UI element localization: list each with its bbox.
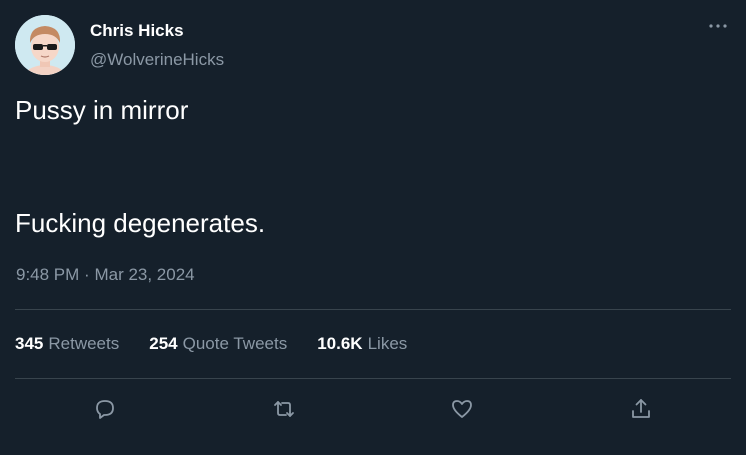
- share-icon: [632, 399, 650, 418]
- likes-stat[interactable]: 10.6K Likes: [317, 334, 407, 354]
- retweets-stat[interactable]: 345 Retweets: [15, 334, 119, 354]
- quote-tweets-stat[interactable]: 254 Quote Tweets: [149, 334, 287, 354]
- more-options-button[interactable]: [703, 16, 733, 36]
- like-icon: [452, 400, 472, 418]
- tweet-date[interactable]: Mar 23, 2024: [94, 265, 194, 284]
- tweet-detail: Chris Hicks @WolverineHicks Pussy in mir…: [0, 0, 746, 455]
- tweet-text-line: Fucking degenerates.: [15, 208, 266, 238]
- reply-icon: [96, 400, 114, 419]
- avatar[interactable]: [15, 15, 75, 75]
- divider: [15, 378, 731, 379]
- retweet-icon: [274, 401, 294, 417]
- retweet-button[interactable]: [269, 394, 299, 424]
- meta-separator: ·: [84, 265, 90, 284]
- author-name[interactable]: Chris Hicks: [90, 21, 184, 41]
- quote-tweets-count: 254: [149, 334, 178, 353]
- tweet-stats: 345 Retweets 254 Quote Tweets 10.6K Likes: [15, 334, 437, 354]
- tweet-timestamp: 9:48 PM · Mar 23, 2024: [16, 265, 195, 285]
- likes-label: Likes: [367, 334, 408, 353]
- quote-tweets-label: Quote Tweets: [182, 334, 288, 353]
- tweet-time[interactable]: 9:48 PM: [16, 265, 79, 284]
- author-handle[interactable]: @WolverineHicks: [90, 50, 224, 70]
- reply-button[interactable]: [90, 394, 120, 424]
- like-button[interactable]: [447, 394, 477, 424]
- more-horizontal-icon: [709, 24, 727, 28]
- tweet-text-line: Pussy in mirror: [15, 95, 189, 125]
- retweets-label: Retweets: [48, 334, 120, 353]
- retweets-count: 345: [15, 334, 44, 353]
- divider: [15, 309, 731, 310]
- share-button[interactable]: [626, 394, 656, 424]
- likes-count: 10.6K: [317, 334, 363, 353]
